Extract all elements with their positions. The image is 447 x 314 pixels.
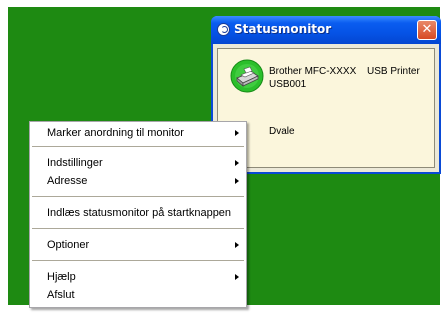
submenu-arrow-icon [235,242,239,248]
menu-separator [32,228,244,229]
status-panel: Brother MFC-XXXX USB Printer USB001 Dval… [217,48,435,168]
menu-item-label: Adresse [47,175,88,187]
window-title: Statusmonitor [234,22,332,36]
menu-item-label: Afslut [47,289,75,301]
menu-item-settings[interactable]: Indstillinger [30,154,246,172]
printer-icon [230,59,264,93]
connection-type: USB Printer [367,66,420,77]
menu-separator [32,146,244,147]
port-name: USB001 [269,79,307,90]
context-menu: Marker anordning til monitor Indstilling… [29,121,247,308]
menu-item-label: Marker anordning til monitor [47,127,184,139]
menu-item-label: Indstillinger [47,157,103,169]
submenu-arrow-icon [235,160,239,166]
close-button[interactable]: ✕ [417,20,437,40]
menu-item-options[interactable]: Optioner [30,236,246,254]
status-monitor-icon [217,23,230,36]
menu-item-label: Hjælp [47,271,76,283]
menu-item-label: Indlæs statusmonitor på startknappen [47,207,232,219]
menu-separator [32,196,244,197]
menu-item-select-device[interactable]: Marker anordning til monitor [30,124,246,142]
menu-item-label: Optioner [47,239,90,251]
menu-separator [32,260,244,261]
device-status: Dvale [269,126,295,137]
submenu-arrow-icon [235,130,239,136]
close-icon: ✕ [421,22,433,37]
menu-item-help[interactable]: Hjælp [30,268,246,286]
submenu-arrow-icon [235,178,239,184]
title-bar[interactable]: Statusmonitor ✕ [211,16,441,44]
device-name: Brother MFC-XXXX [269,66,357,77]
submenu-arrow-icon [235,274,239,280]
menu-item-load-on-startup[interactable]: Indlæs statusmonitor på startknappen [30,204,246,222]
menu-item-exit[interactable]: Afslut [30,286,246,304]
menu-item-address[interactable]: Adresse [30,172,246,190]
